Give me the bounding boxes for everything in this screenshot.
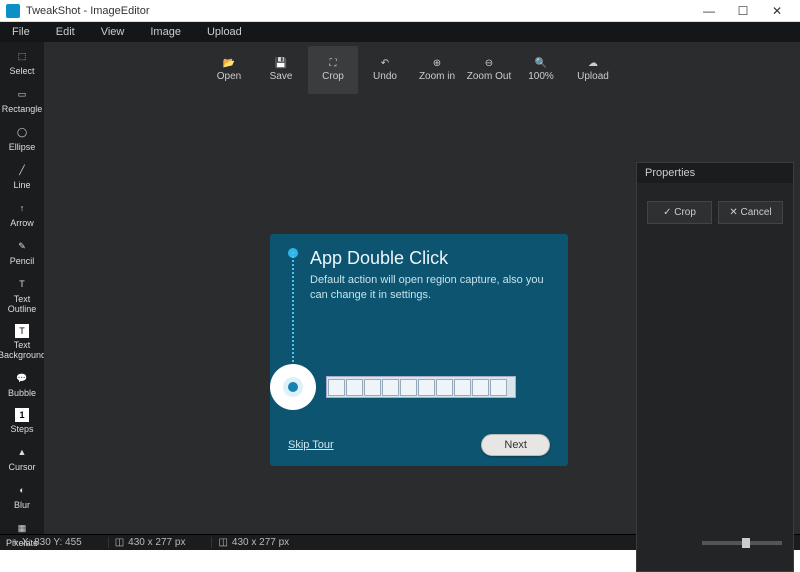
tour-line (292, 252, 294, 382)
select-icon: ⬚ (14, 48, 30, 64)
properties-crop-button[interactable]: ✓ Crop (647, 201, 712, 224)
tool-ellipse[interactable]: ◯Ellipse (0, 120, 44, 158)
tour-highlight-circle (270, 364, 316, 410)
crosshair-icon: + (12, 537, 18, 548)
zoom-slider[interactable] (702, 541, 782, 545)
app-icon (6, 4, 20, 18)
upload-button[interactable]: ☁Upload (568, 46, 618, 94)
blur-icon: ◐ (14, 482, 30, 498)
tool-pencil[interactable]: ✎Pencil (0, 234, 44, 272)
properties-panel: Properties ✓ Crop ✕ Cancel (636, 162, 794, 572)
app-tray-icon (283, 377, 303, 397)
skip-tour-link[interactable]: Skip Tour (288, 439, 334, 451)
tool-cursor[interactable]: ▲Cursor (0, 440, 44, 478)
text-outline-icon: T (14, 276, 30, 292)
text-bg-icon: T (15, 324, 29, 338)
tour-body: Default action will open region capture,… (310, 273, 550, 303)
tool-line[interactable]: ╱Line (0, 158, 44, 196)
close-button[interactable]: ✕ (760, 0, 794, 22)
ellipse-icon: ◯ (14, 124, 30, 140)
tour-popup: App Double Click Default action will ope… (270, 234, 568, 466)
steps-icon: 1 (15, 408, 29, 422)
tour-tray-illustration (326, 376, 516, 398)
next-button[interactable]: Next (481, 434, 550, 456)
save-icon: 💾 (275, 58, 287, 69)
tour-title: App Double Click (310, 248, 550, 269)
tool-select[interactable]: ⬚Select (0, 44, 44, 82)
minimize-button[interactable]: — (692, 0, 726, 22)
tool-sidebar: ⬚Select ▭Rectangle ◯Ellipse ╱Line ↑Arrow… (0, 42, 44, 534)
bubble-icon: 💬 (14, 370, 30, 386)
menu-edit[interactable]: Edit (48, 24, 83, 40)
zoom-100-button[interactable]: 🔍100% (516, 46, 566, 94)
undo-icon: ↶ (381, 58, 389, 69)
pixelate-icon: ▦ (14, 520, 30, 536)
zoom-out-icon: ⊖ (485, 58, 493, 69)
title-bar: TweakShot - ImageEditor — ☐ ✕ (0, 0, 800, 22)
menu-file[interactable]: File (4, 24, 38, 40)
open-icon: 📂 (223, 58, 235, 69)
rectangle-icon: ▭ (14, 86, 30, 102)
upload-icon: ☁ (588, 58, 598, 69)
pencil-icon: ✎ (14, 238, 30, 254)
menu-upload[interactable]: Upload (199, 24, 250, 40)
arrow-icon: ↑ (14, 200, 30, 216)
crop-button[interactable]: ⛶Crop (308, 46, 358, 94)
dimensions-icon: ◫ (218, 537, 227, 548)
line-icon: ╱ (14, 162, 30, 178)
crop-icon: ⛶ (330, 58, 337, 69)
menu-bar: File Edit View Image Upload (0, 22, 800, 42)
tool-rectangle[interactable]: ▭Rectangle (0, 82, 44, 120)
zoom-out-button[interactable]: ⊖Zoom Out (464, 46, 514, 94)
cursor-icon: ▲ (14, 444, 30, 460)
zoom-100-icon: 🔍 (535, 58, 547, 69)
status-dimensions-2: ◫430 x 277 px (211, 537, 295, 548)
canvas-area[interactable]: App Double Click Default action will ope… (44, 98, 800, 534)
maximize-button[interactable]: ☐ (726, 0, 760, 22)
window-title: TweakShot - ImageEditor (26, 5, 692, 17)
zoom-thumb[interactable] (742, 538, 750, 548)
dimensions-icon: ◫ (115, 537, 124, 548)
tool-arrow[interactable]: ↑Arrow (0, 196, 44, 234)
menu-view[interactable]: View (93, 24, 133, 40)
tool-pixelate[interactable]: ▦Pixelate (0, 516, 44, 554)
status-coords: +X: 830 Y: 455 (6, 537, 88, 548)
tool-text-outline[interactable]: TText Outline (0, 272, 44, 320)
tool-blur[interactable]: ◐Blur (0, 478, 44, 516)
zoom-in-icon: ⊕ (433, 58, 441, 69)
main-toolbar: 📂Open 💾Save ⛶Crop ↶Undo ⊕Zoom in ⊖Zoom O… (44, 42, 800, 98)
tool-bubble[interactable]: 💬Bubble (0, 366, 44, 404)
zoom-in-button[interactable]: ⊕Zoom in (412, 46, 462, 94)
properties-header: Properties (637, 163, 793, 183)
menu-image[interactable]: Image (142, 24, 189, 40)
properties-cancel-button[interactable]: ✕ Cancel (718, 201, 783, 224)
open-button[interactable]: 📂Open (204, 46, 254, 94)
save-button[interactable]: 💾Save (256, 46, 306, 94)
undo-button[interactable]: ↶Undo (360, 46, 410, 94)
tool-text-background[interactable]: TText Background (0, 320, 44, 366)
tool-steps[interactable]: 1Steps (0, 404, 44, 440)
status-dimensions-1: ◫430 x 277 px (108, 537, 192, 548)
